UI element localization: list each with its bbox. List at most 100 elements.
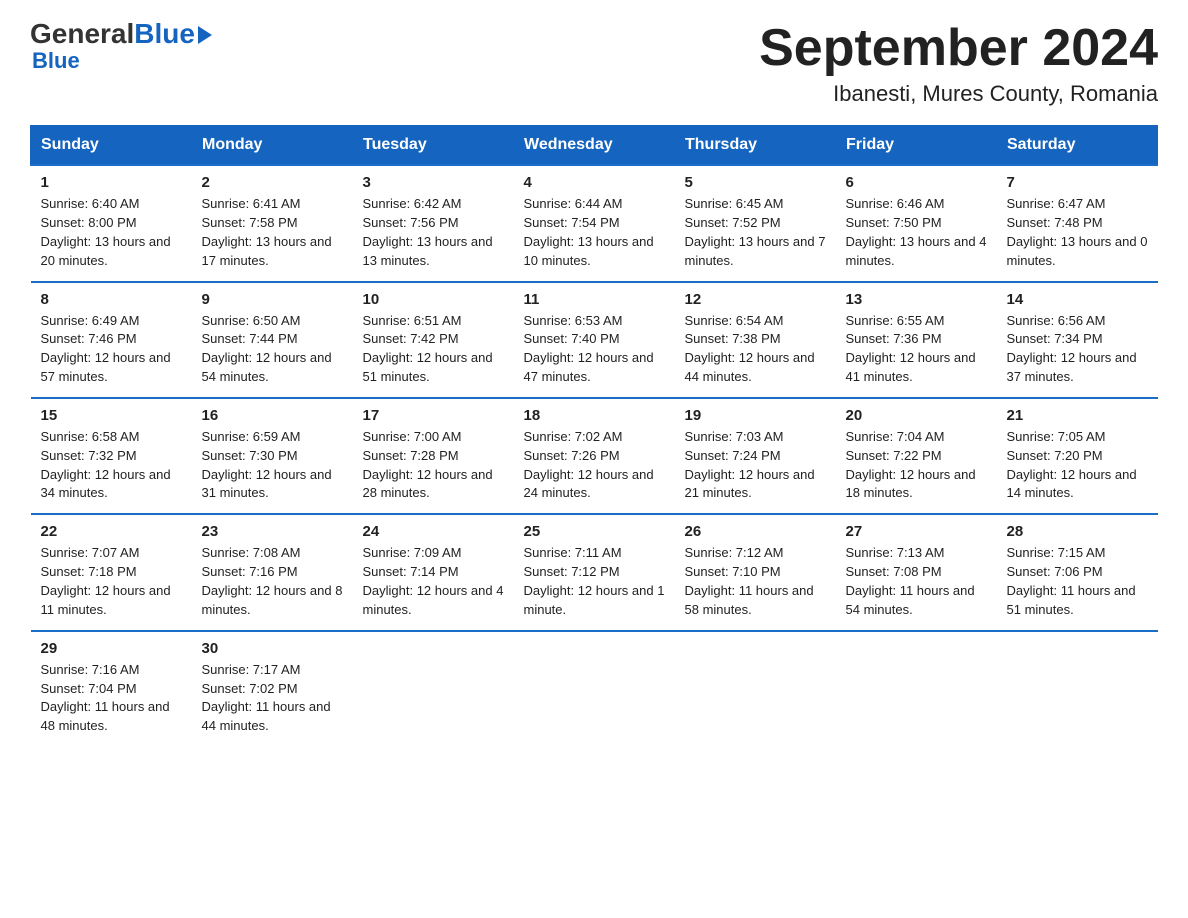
day-detail: Sunrise: 7:03 AM Sunset: 7:24 PM Dayligh… xyxy=(685,428,826,503)
day-detail: Sunrise: 6:59 AM Sunset: 7:30 PM Dayligh… xyxy=(202,428,343,503)
day-number: 3 xyxy=(363,174,504,191)
day-detail: Sunrise: 7:08 AM Sunset: 7:16 PM Dayligh… xyxy=(202,544,343,619)
day-cell: 17 Sunrise: 7:00 AM Sunset: 7:28 PM Dayli… xyxy=(353,398,514,514)
day-detail: Sunrise: 7:02 AM Sunset: 7:26 PM Dayligh… xyxy=(524,428,665,503)
calendar-body: 1 Sunrise: 6:40 AM Sunset: 8:00 PM Daylig… xyxy=(31,165,1158,746)
week-row-1: 1 Sunrise: 6:40 AM Sunset: 8:00 PM Daylig… xyxy=(31,165,1158,281)
header-cell-saturday: Saturday xyxy=(997,126,1158,166)
day-detail: Sunrise: 6:50 AM Sunset: 7:44 PM Dayligh… xyxy=(202,312,343,387)
day-detail: Sunrise: 7:00 AM Sunset: 7:28 PM Dayligh… xyxy=(363,428,504,503)
week-row-4: 22Sunrise: 7:07 AM Sunset: 7:18 PM Dayli… xyxy=(31,514,1158,630)
week-row-5: 29 Sunrise: 7:16 AM Sunset: 7:04 PM Dayli… xyxy=(31,631,1158,746)
day-number: 6 xyxy=(846,174,987,191)
day-cell: 13 Sunrise: 6:55 AM Sunset: 7:36 PM Dayli… xyxy=(836,282,997,398)
day-detail: Sunrise: 7:16 AM Sunset: 7:04 PM Dayligh… xyxy=(41,661,182,736)
day-detail: Sunrise: 7:15 AM Sunset: 7:06 PM Dayligh… xyxy=(1007,544,1148,619)
day-detail: Sunrise: 6:53 AM Sunset: 7:40 PM Dayligh… xyxy=(524,312,665,387)
day-detail: Sunrise: 6:40 AM Sunset: 8:00 PM Dayligh… xyxy=(41,195,182,270)
day-number: 7 xyxy=(1007,174,1148,191)
day-cell xyxy=(997,631,1158,746)
day-cell: 12Sunrise: 6:54 AM Sunset: 7:38 PM Dayli… xyxy=(675,282,836,398)
logo-subtitle: Blue xyxy=(32,48,80,74)
logo-blue-text: Blue xyxy=(134,20,195,48)
day-detail: Sunrise: 7:11 AM Sunset: 7:12 PM Dayligh… xyxy=(524,544,665,619)
day-cell: 2 Sunrise: 6:41 AM Sunset: 7:58 PM Daylig… xyxy=(192,165,353,281)
day-detail: Sunrise: 7:04 AM Sunset: 7:22 PM Dayligh… xyxy=(846,428,987,503)
day-detail: Sunrise: 6:56 AM Sunset: 7:34 PM Dayligh… xyxy=(1007,312,1148,387)
day-number: 4 xyxy=(524,174,665,191)
day-cell: 21 Sunrise: 7:05 AM Sunset: 7:20 PM Dayli… xyxy=(997,398,1158,514)
day-number: 27 xyxy=(846,523,987,540)
day-number: 8 xyxy=(41,291,182,308)
day-cell: 29 Sunrise: 7:16 AM Sunset: 7:04 PM Dayli… xyxy=(31,631,192,746)
day-detail: Sunrise: 7:17 AM Sunset: 7:02 PM Dayligh… xyxy=(202,661,343,736)
day-number: 15 xyxy=(41,407,182,424)
day-cell: 9 Sunrise: 6:50 AM Sunset: 7:44 PM Daylig… xyxy=(192,282,353,398)
week-row-2: 8Sunrise: 6:49 AM Sunset: 7:46 PM Daylig… xyxy=(31,282,1158,398)
day-detail: Sunrise: 7:09 AM Sunset: 7:14 PM Dayligh… xyxy=(363,544,504,619)
day-detail: Sunrise: 6:51 AM Sunset: 7:42 PM Dayligh… xyxy=(363,312,504,387)
day-cell xyxy=(353,631,514,746)
day-number: 12 xyxy=(685,291,826,308)
day-cell: 3 Sunrise: 6:42 AM Sunset: 7:56 PM Daylig… xyxy=(353,165,514,281)
header-cell-friday: Friday xyxy=(836,126,997,166)
day-number: 13 xyxy=(846,291,987,308)
day-cell: 5Sunrise: 6:45 AM Sunset: 7:52 PM Daylig… xyxy=(675,165,836,281)
day-number: 9 xyxy=(202,291,343,308)
day-number: 26 xyxy=(685,523,826,540)
day-cell xyxy=(836,631,997,746)
day-cell: 16 Sunrise: 6:59 AM Sunset: 7:30 PM Dayli… xyxy=(192,398,353,514)
day-cell: 11 Sunrise: 6:53 AM Sunset: 7:40 PM Dayli… xyxy=(514,282,675,398)
header-cell-monday: Monday xyxy=(192,126,353,166)
day-detail: Sunrise: 6:44 AM Sunset: 7:54 PM Dayligh… xyxy=(524,195,665,270)
day-detail: Sunrise: 7:13 AM Sunset: 7:08 PM Dayligh… xyxy=(846,544,987,619)
day-cell: 30Sunrise: 7:17 AM Sunset: 7:02 PM Dayli… xyxy=(192,631,353,746)
day-cell xyxy=(675,631,836,746)
day-cell: 18 Sunrise: 7:02 AM Sunset: 7:26 PM Dayli… xyxy=(514,398,675,514)
header-cell-sunday: Sunday xyxy=(31,126,192,166)
day-cell: 24 Sunrise: 7:09 AM Sunset: 7:14 PM Dayli… xyxy=(353,514,514,630)
day-cell: 27 Sunrise: 7:13 AM Sunset: 7:08 PM Dayli… xyxy=(836,514,997,630)
day-cell: 23 Sunrise: 7:08 AM Sunset: 7:16 PM Dayli… xyxy=(192,514,353,630)
header-cell-tuesday: Tuesday xyxy=(353,126,514,166)
day-number: 2 xyxy=(202,174,343,191)
logo-arrow-icon xyxy=(198,26,212,44)
day-number: 1 xyxy=(41,174,182,191)
day-detail: Sunrise: 6:55 AM Sunset: 7:36 PM Dayligh… xyxy=(846,312,987,387)
day-detail: Sunrise: 6:42 AM Sunset: 7:56 PM Dayligh… xyxy=(363,195,504,270)
header-cell-wednesday: Wednesday xyxy=(514,126,675,166)
day-cell: 1 Sunrise: 6:40 AM Sunset: 8:00 PM Daylig… xyxy=(31,165,192,281)
day-detail: Sunrise: 6:41 AM Sunset: 7:58 PM Dayligh… xyxy=(202,195,343,270)
day-number: 29 xyxy=(41,640,182,657)
day-detail: Sunrise: 7:12 AM Sunset: 7:10 PM Dayligh… xyxy=(685,544,826,619)
day-number: 24 xyxy=(363,523,504,540)
day-detail: Sunrise: 6:45 AM Sunset: 7:52 PM Dayligh… xyxy=(685,195,826,270)
page-subtitle: Ibanesti, Mures County, Romania xyxy=(759,81,1158,107)
day-number: 18 xyxy=(524,407,665,424)
day-number: 17 xyxy=(363,407,504,424)
day-cell xyxy=(514,631,675,746)
title-area: September 2024 Ibanesti, Mures County, R… xyxy=(759,20,1158,107)
day-number: 11 xyxy=(524,291,665,308)
day-detail: Sunrise: 6:58 AM Sunset: 7:32 PM Dayligh… xyxy=(41,428,182,503)
calendar-header: SundayMondayTuesdayWednesdayThursdayFrid… xyxy=(31,126,1158,166)
header: General Blue Blue September 2024 Ibanest… xyxy=(30,20,1158,107)
day-cell: 22Sunrise: 7:07 AM Sunset: 7:18 PM Dayli… xyxy=(31,514,192,630)
day-number: 23 xyxy=(202,523,343,540)
day-number: 28 xyxy=(1007,523,1148,540)
week-row-3: 15 Sunrise: 6:58 AM Sunset: 7:32 PM Dayli… xyxy=(31,398,1158,514)
calendar-table: SundayMondayTuesdayWednesdayThursdayFrid… xyxy=(30,125,1158,746)
page-title: September 2024 xyxy=(759,20,1158,77)
logo-general: General xyxy=(30,20,134,48)
day-detail: Sunrise: 6:46 AM Sunset: 7:50 PM Dayligh… xyxy=(846,195,987,270)
day-number: 16 xyxy=(202,407,343,424)
day-cell: 8Sunrise: 6:49 AM Sunset: 7:46 PM Daylig… xyxy=(31,282,192,398)
day-number: 10 xyxy=(363,291,504,308)
day-cell: 19Sunrise: 7:03 AM Sunset: 7:24 PM Dayli… xyxy=(675,398,836,514)
day-number: 14 xyxy=(1007,291,1148,308)
day-number: 21 xyxy=(1007,407,1148,424)
day-detail: Sunrise: 7:05 AM Sunset: 7:20 PM Dayligh… xyxy=(1007,428,1148,503)
day-cell: 10 Sunrise: 6:51 AM Sunset: 7:42 PM Dayli… xyxy=(353,282,514,398)
day-cell: 28 Sunrise: 7:15 AM Sunset: 7:06 PM Dayli… xyxy=(997,514,1158,630)
header-row: SundayMondayTuesdayWednesdayThursdayFrid… xyxy=(31,126,1158,166)
